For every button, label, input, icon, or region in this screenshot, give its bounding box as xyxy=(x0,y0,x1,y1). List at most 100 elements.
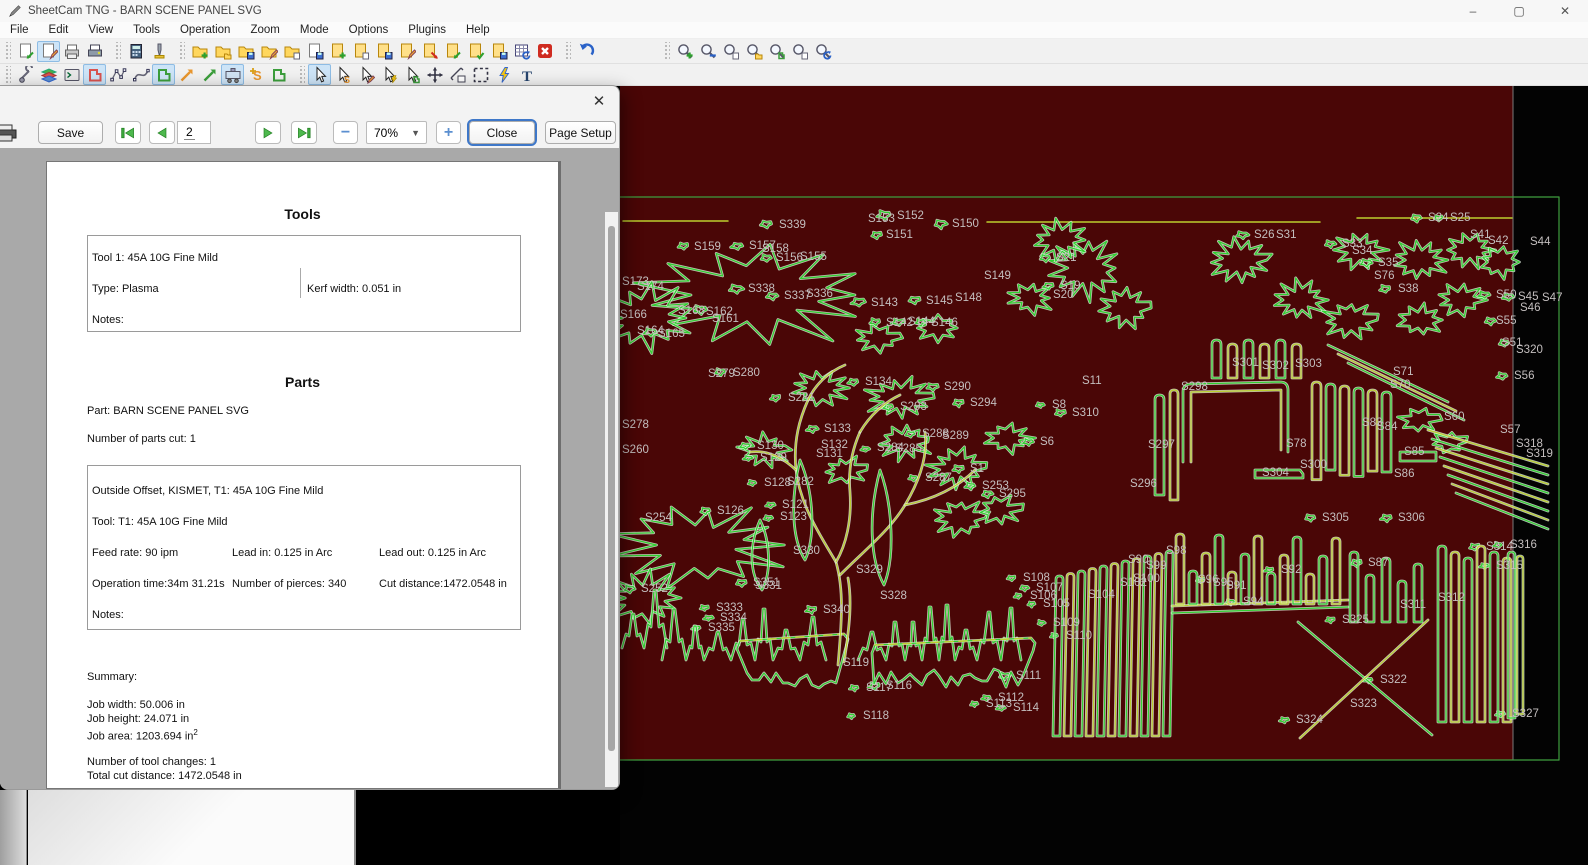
part-label: S98 xyxy=(1166,545,1186,557)
select-cursor-button[interactable] xyxy=(308,64,331,85)
scrollbar-thumb[interactable] xyxy=(608,226,615,751)
rapid-cursor-button[interactable] xyxy=(377,64,400,85)
zoom-window-button[interactable] xyxy=(765,41,788,62)
outside-contour-button[interactable] xyxy=(152,64,175,85)
copy-part-button[interactable] xyxy=(349,41,372,62)
drawing-canvas[interactable]: S339 S152 S153 S151 S150 S159 S157 S158 S156 S155… xyxy=(620,86,1588,865)
toolbar-handle[interactable] xyxy=(4,65,11,84)
close-button[interactable]: ✕ xyxy=(1542,0,1588,22)
copy-part-icon xyxy=(354,43,369,60)
part-label: S85 xyxy=(1404,446,1424,458)
prev-page-button[interactable] xyxy=(149,121,175,144)
part-label: S91 xyxy=(1226,580,1246,592)
toolbar-handle[interactable] xyxy=(178,42,185,60)
refresh-nest-button[interactable] xyxy=(510,41,533,62)
edit-job-button[interactable] xyxy=(257,41,280,62)
delete-part-button[interactable] xyxy=(533,41,556,62)
menu-view[interactable]: View xyxy=(78,24,123,36)
zoom-in-button[interactable]: + xyxy=(436,121,461,144)
move-green-button[interactable] xyxy=(198,64,221,85)
zoom-out-button[interactable] xyxy=(696,41,719,62)
undo-button[interactable] xyxy=(574,41,597,62)
edit-curve-button[interactable] xyxy=(129,64,152,85)
contour-cursor-button[interactable] xyxy=(400,64,423,85)
menu-help[interactable]: Help xyxy=(456,24,500,36)
post-console-button[interactable] xyxy=(60,64,83,85)
first-page-button[interactable] xyxy=(115,121,141,144)
part-label: S20 xyxy=(1053,289,1073,301)
run-post-processor-button[interactable] xyxy=(14,41,37,62)
calculator-button[interactable] xyxy=(124,41,147,62)
zoom-in-button[interactable] xyxy=(673,41,696,62)
open-job-button[interactable] xyxy=(211,41,234,62)
toolbar-handle[interactable] xyxy=(663,42,670,60)
simulate-button[interactable] xyxy=(492,64,515,85)
delete-part-icon xyxy=(537,44,552,58)
save-job-copy-button[interactable] xyxy=(303,41,326,62)
edit-post-processor-button[interactable] xyxy=(37,40,60,62)
measure-button[interactable] xyxy=(446,64,469,85)
print-button[interactable] xyxy=(60,41,83,62)
link-part-button[interactable] xyxy=(441,41,464,62)
verify-parts-button[interactable] xyxy=(464,41,487,62)
toolbar-handle[interactable] xyxy=(114,42,121,60)
zoom-part-icon xyxy=(723,44,739,60)
dialog-close-icon[interactable]: ✕ xyxy=(585,89,613,113)
page-number-input[interactable]: 2 xyxy=(177,121,211,144)
layers-button[interactable] xyxy=(37,64,60,85)
menu-tools[interactable]: Tools xyxy=(123,24,170,36)
start-point-cursor-button[interactable]: S xyxy=(331,64,354,85)
new-job-button[interactable] xyxy=(188,41,211,62)
menu-plugins[interactable]: Plugins xyxy=(398,24,456,36)
add-start-point-button[interactable]: S xyxy=(244,64,267,85)
tool-table-button[interactable] xyxy=(147,41,170,62)
plot-button[interactable] xyxy=(83,41,106,62)
menu-file[interactable]: File xyxy=(0,24,39,36)
minimize-button[interactable]: – xyxy=(1450,0,1496,22)
zoom-level-select[interactable]: 70% ▼ xyxy=(366,121,427,144)
edit-nodes-icon xyxy=(109,67,126,81)
cut-path-tool-button[interactable] xyxy=(14,64,37,85)
close-preview-button[interactable]: Close xyxy=(467,119,537,146)
zoom-machine-button[interactable] xyxy=(811,41,834,62)
part-label: S21 xyxy=(1056,252,1076,264)
machine-setup-button[interactable] xyxy=(221,64,244,85)
page-setup-button[interactable]: Page Setup xyxy=(545,121,616,144)
move-part-button[interactable] xyxy=(423,64,446,85)
toolbar-handle[interactable] xyxy=(4,42,11,60)
save-button[interactable]: Save xyxy=(38,121,103,144)
menu-mode[interactable]: Mode xyxy=(290,24,339,36)
zoom-part-button[interactable] xyxy=(719,41,742,62)
import-part-button[interactable] xyxy=(418,41,441,62)
save-job-button[interactable] xyxy=(234,41,257,62)
contour-mode-button[interactable] xyxy=(267,64,290,85)
add-text-button[interactable]: T xyxy=(515,64,538,85)
new-part-button[interactable] xyxy=(326,41,349,62)
part-label: S104 xyxy=(1088,589,1115,601)
edit-nodes-button[interactable] xyxy=(106,64,129,85)
save-part-button[interactable] xyxy=(372,41,395,62)
save-parts-button[interactable] xyxy=(487,41,510,62)
move-orange-button[interactable] xyxy=(175,64,198,85)
next-page-button[interactable] xyxy=(255,121,281,144)
preview-pane: Tools Tool 1: 45A 10G Fine Mild Type: Pl… xyxy=(0,148,619,789)
zoom-sheet-button[interactable] xyxy=(788,41,811,62)
inside-contour-button[interactable] xyxy=(83,64,106,85)
menu-options[interactable]: Options xyxy=(339,24,399,36)
toolbar-handle[interactable] xyxy=(564,42,571,60)
preview-scrollbar[interactable] xyxy=(605,212,618,787)
toolbar-handle[interactable] xyxy=(298,65,305,84)
part-label: S150 xyxy=(952,218,979,230)
maximize-button[interactable]: ▢ xyxy=(1496,0,1542,22)
menu-edit[interactable]: Edit xyxy=(39,24,79,36)
box-select-button[interactable] xyxy=(469,64,492,85)
pen-cursor-button[interactable] xyxy=(354,64,377,85)
zoom-out-button[interactable]: − xyxy=(333,121,358,144)
menu-operation[interactable]: Operation xyxy=(170,24,241,36)
printer-icon[interactable] xyxy=(0,123,20,142)
edit-part-button[interactable] xyxy=(395,41,418,62)
menu-zoom[interactable]: Zoom xyxy=(240,24,289,36)
zoom-all-parts-button[interactable] xyxy=(742,41,765,62)
last-page-button[interactable] xyxy=(291,121,317,144)
copy-job-button[interactable] xyxy=(280,41,303,62)
